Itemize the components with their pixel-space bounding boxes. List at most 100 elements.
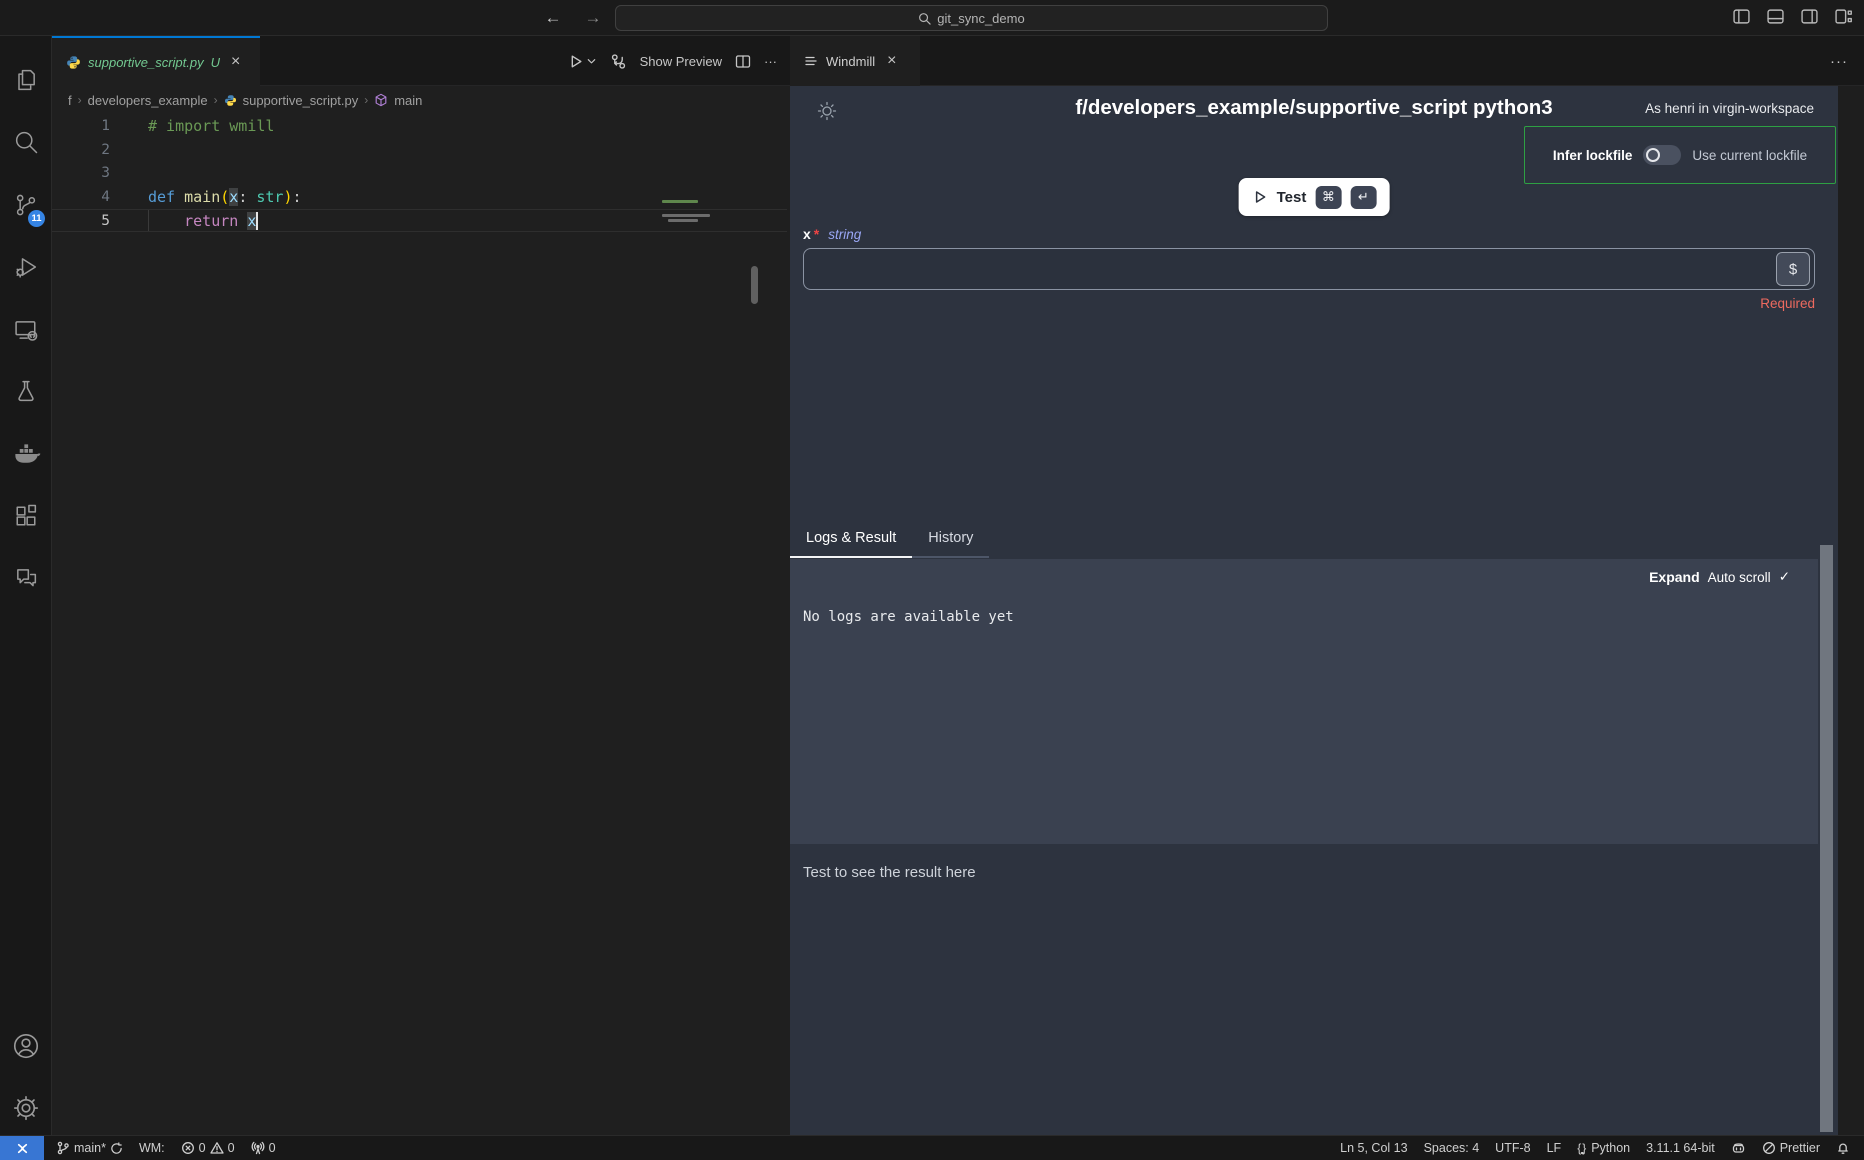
tab-supportive-script[interactable]: supportive_script.py U × [52, 36, 260, 86]
editor-group: supportive_script.py U × Show Preview ··… [52, 36, 787, 1135]
editor-more-actions-icon[interactable]: ··· [764, 54, 777, 69]
required-error-text: Required [1760, 296, 1815, 311]
auto-scroll-label[interactable]: Auto scroll [1708, 570, 1771, 585]
python-lang-icon: {} [1577, 1141, 1587, 1155]
windmill-tab-bar: Windmill × ··· [787, 36, 1864, 86]
ports-count: 0 [269, 1141, 276, 1155]
code-keyword-def: def [148, 188, 184, 206]
error-icon [181, 1141, 195, 1155]
command-center-search[interactable]: git_sync_demo [615, 5, 1328, 31]
param-x-input[interactable]: $ [803, 248, 1815, 290]
accounts-icon[interactable] [0, 1022, 52, 1070]
tab-file-name: supportive_script.py [88, 55, 204, 70]
infer-lockfile-toggle[interactable] [1643, 145, 1681, 165]
webview-scrollbar-thumb[interactable] [1820, 545, 1833, 1132]
tab-windmill[interactable]: Windmill × [790, 36, 920, 86]
testing-icon[interactable] [0, 367, 52, 415]
docker-icon[interactable] [0, 430, 52, 478]
branch-name: main* [74, 1141, 106, 1155]
windmill-group: Windmill × ··· f/developers_example/supp… [787, 36, 1864, 1135]
param-type: string [828, 227, 861, 242]
python-interpreter-status[interactable]: 3.11.1 64-bit [1646, 1141, 1715, 1155]
code-editor[interactable]: 1# import wmill 2 3 4def main(x: str): 5… [52, 114, 787, 1135]
windmill-more-actions-icon[interactable]: ··· [1830, 36, 1848, 86]
compare-changes-icon[interactable] [610, 53, 627, 70]
problems-status[interactable]: 0 0 [181, 1141, 235, 1155]
code-keyword-return: return [184, 212, 247, 230]
warning-count: 0 [228, 1141, 235, 1155]
close-windmill-tab-icon[interactable]: × [887, 52, 896, 70]
indentation-status[interactable]: Spaces: 4 [1424, 1141, 1480, 1155]
close-tab-icon[interactable]: × [231, 53, 240, 71]
windmill-tab-label: Windmill [826, 54, 875, 69]
param-label-row: x * string [803, 226, 861, 242]
search-sidebar-icon[interactable] [0, 118, 52, 166]
customize-layout-icon[interactable] [1835, 9, 1852, 24]
breadcrumb-file[interactable]: supportive_script.py [243, 93, 359, 108]
expand-button[interactable]: Expand [1649, 569, 1700, 585]
line-number-active: 5 [52, 213, 110, 229]
eol-status[interactable]: LF [1547, 1141, 1562, 1155]
extensions-icon[interactable] [0, 492, 52, 540]
copilot-icon [1731, 1141, 1746, 1155]
tab-history[interactable]: History [912, 524, 989, 558]
webview-list-icon [804, 54, 818, 68]
code-function-name: main [184, 188, 220, 206]
git-branch-status[interactable]: main* [56, 1141, 123, 1155]
source-control-icon[interactable]: 11 [0, 181, 52, 229]
lockfile-options-box: Infer lockfile Use current lockfile [1524, 126, 1836, 184]
ports-status[interactable]: 0 [251, 1141, 276, 1155]
code-indent [148, 212, 184, 230]
minimap[interactable] [662, 198, 752, 238]
sync-icon [110, 1142, 123, 1155]
toggle-secondary-sidebar-icon[interactable] [1801, 9, 1818, 24]
wm-status[interactable]: WM: [139, 1141, 165, 1155]
infer-lockfile-label: Infer lockfile [1553, 148, 1633, 163]
language-status[interactable]: {} Python [1577, 1141, 1630, 1155]
notifications-status[interactable] [1836, 1141, 1850, 1155]
show-preview-button[interactable]: Show Preview [640, 54, 722, 69]
run-debug-icon[interactable] [0, 243, 52, 291]
workspace-context: As henri in virgin-workspace [1645, 101, 1814, 116]
remote-explorer-icon[interactable] [0, 306, 52, 354]
status-bar: main* WM: 0 0 0 Ln 5, Col 13 Spaces: 4 U… [0, 1135, 1864, 1160]
toggle-knob [1646, 148, 1660, 162]
enter-key-badge: ↵ [1350, 186, 1376, 209]
auto-scroll-check-icon[interactable]: ✓ [1779, 569, 1790, 585]
remote-indicator[interactable] [0, 1136, 44, 1160]
line-number: 1 [52, 118, 110, 134]
editor-tab-bar: supportive_script.py U × Show Preview ··… [52, 36, 787, 86]
editor-scrollbar-thumb[interactable] [751, 266, 758, 304]
run-dropdown-chevron-icon[interactable] [586, 56, 597, 67]
run-python-file-icon[interactable] [567, 53, 584, 70]
test-button[interactable]: Test ⌘ ↵ [1239, 178, 1390, 216]
encoding-status[interactable]: UTF-8 [1495, 1141, 1530, 1155]
toggle-panel-icon[interactable] [1767, 9, 1784, 24]
warning-icon [210, 1141, 224, 1155]
play-icon [1252, 189, 1268, 205]
symbol-method-icon [374, 93, 388, 107]
line-number: 2 [52, 142, 110, 158]
split-editor-icon[interactable] [735, 54, 751, 69]
explorer-icon[interactable] [0, 56, 52, 104]
prettier-status[interactable]: Prettier [1762, 1141, 1820, 1155]
broadcast-tower-icon [251, 1141, 265, 1155]
test-button-label: Test [1277, 189, 1307, 206]
git-untracked-badge: U [211, 55, 220, 70]
cursor-position-status[interactable]: Ln 5, Col 13 [1340, 1141, 1407, 1155]
copilot-status[interactable] [1731, 1141, 1746, 1155]
toggle-primary-sidebar-icon[interactable] [1733, 9, 1750, 24]
comments-icon[interactable] [0, 554, 52, 602]
tab-logs-result[interactable]: Logs & Result [790, 524, 912, 558]
nav-forward-icon[interactable]: → [580, 5, 606, 31]
settings-gear-icon[interactable] [0, 1084, 52, 1132]
breadcrumb-folder-developers-example[interactable]: developers_example [88, 93, 208, 108]
dollar-variable-button[interactable]: $ [1776, 252, 1810, 286]
breadcrumb-symbol-main[interactable]: main [394, 93, 422, 108]
code-type-str: str [256, 188, 283, 206]
param-name: x [803, 226, 811, 242]
breadcrumb-folder-f[interactable]: f [68, 93, 72, 108]
python-file-icon [66, 55, 81, 70]
prettier-disabled-icon [1762, 1141, 1776, 1155]
nav-back-icon[interactable]: ← [540, 5, 566, 31]
